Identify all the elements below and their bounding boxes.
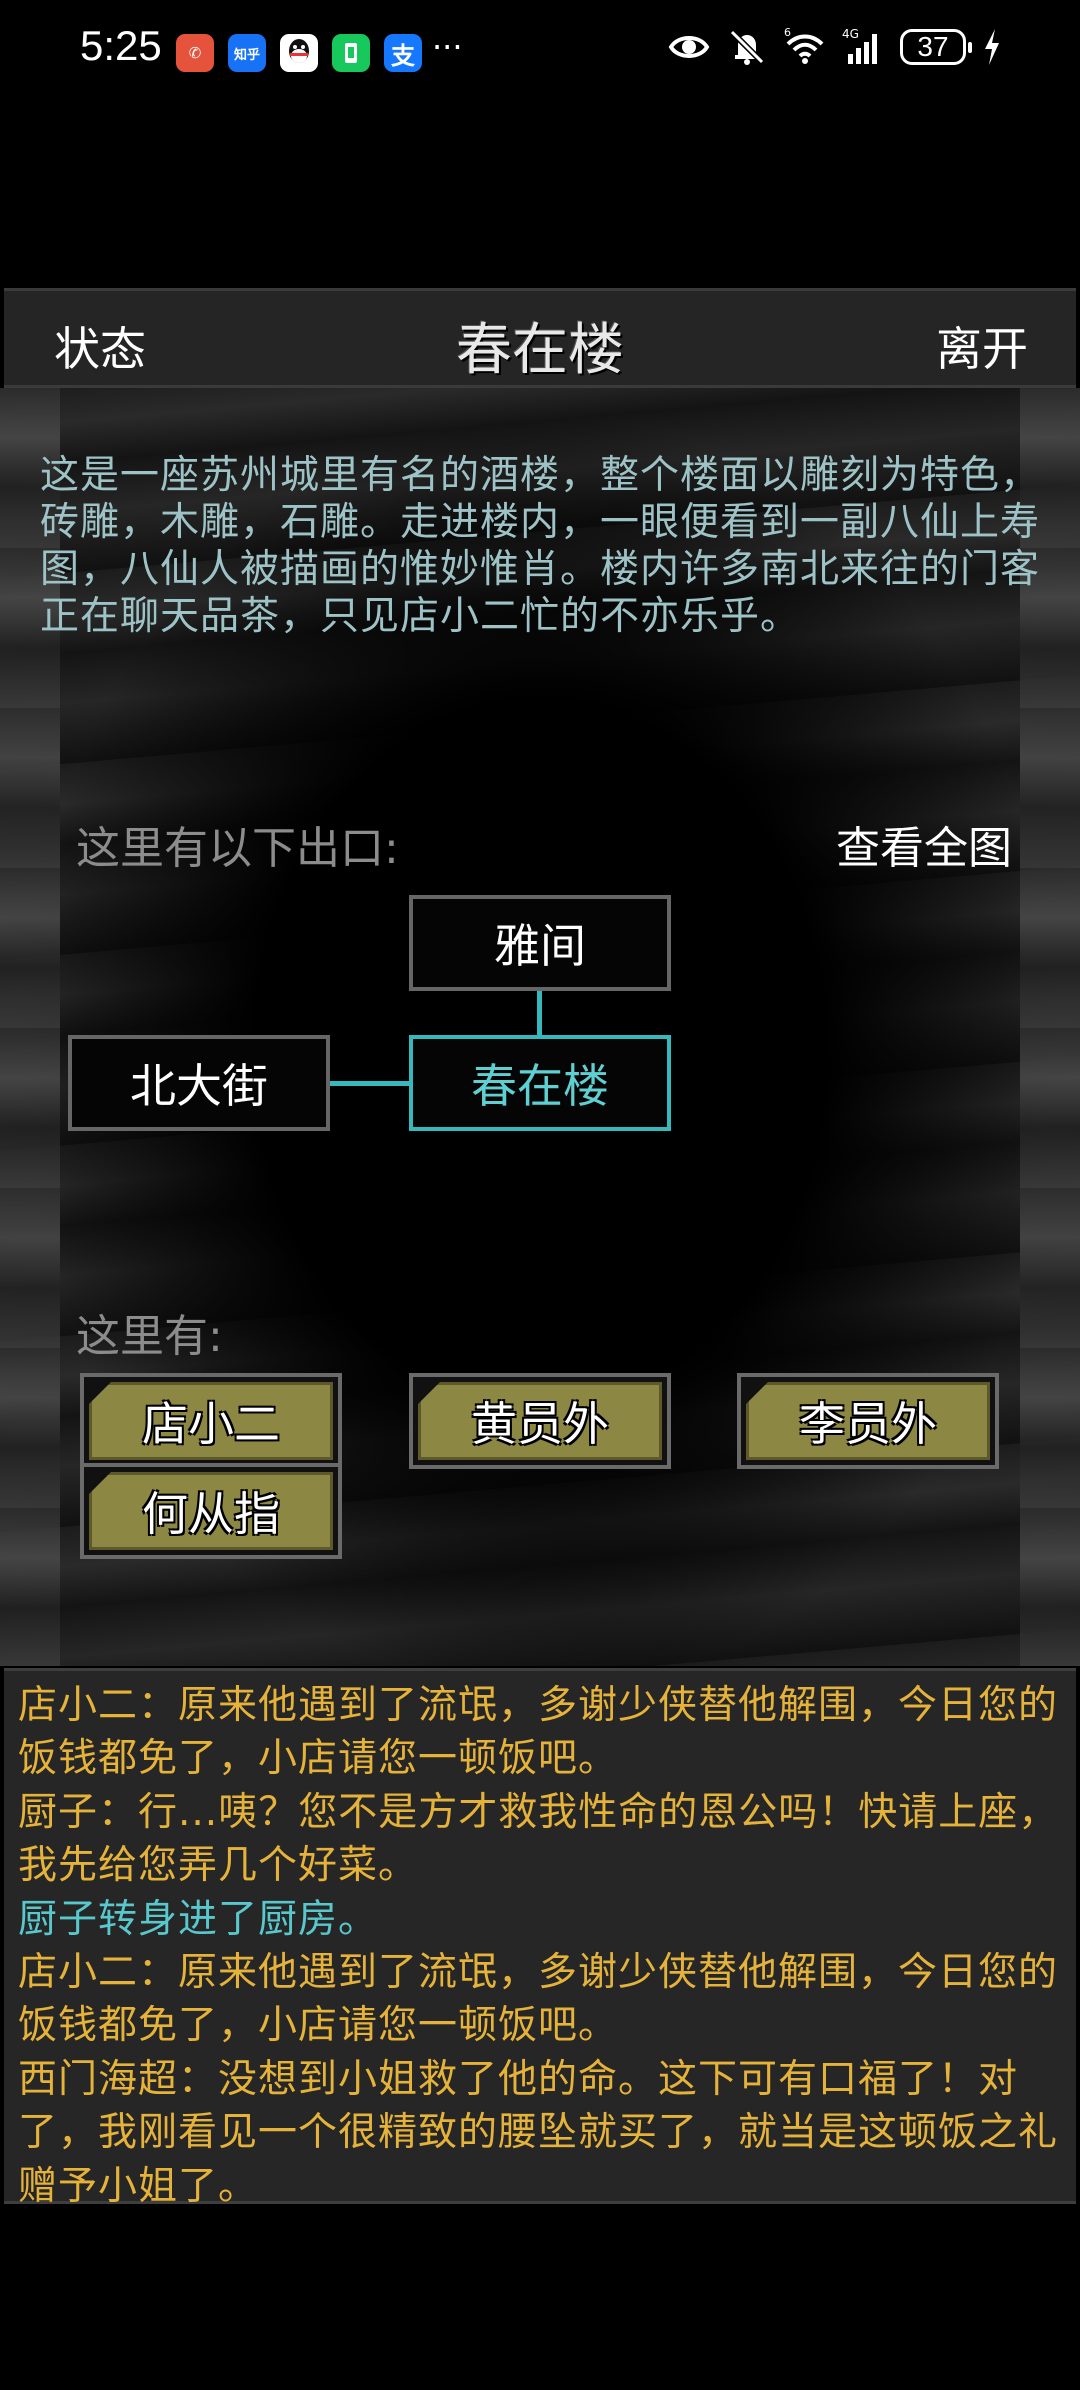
game-header: 状态 春在楼 离开	[4, 288, 1076, 388]
leave-button[interactable]: 离开	[936, 313, 1028, 379]
npcs-label: 这里有:	[76, 1311, 223, 1362]
wechat-pay-icon	[332, 34, 370, 72]
log-entry: 西门海超：没想到小姐救了他的命。这下可有口福了！对了，我刚看见一个很精致的腰坠就…	[18, 2056, 1059, 2209]
system-icons: 6 4G 37	[668, 26, 1002, 68]
view-map-button[interactable]: 查看全图	[836, 812, 1012, 876]
status-bar: 5:25 ✆ 知乎 支 ··· 6 4G 37	[0, 0, 1080, 105]
charging-icon	[985, 29, 999, 65]
svg-text:4G: 4G	[842, 27, 859, 41]
missed-call-icon: ✆	[176, 34, 214, 72]
svg-text:6: 6	[784, 26, 791, 39]
battery-level: 37	[917, 31, 949, 62]
npc-label: 李员外	[746, 1382, 990, 1460]
notification-icons: ✆ 知乎 支	[176, 34, 422, 72]
more-notifications-icon: ···	[432, 28, 463, 66]
npc-button-huangyuanwai[interactable]: 黄员外	[409, 1373, 671, 1469]
npc-button-dianxiaoer[interactable]: 店小二	[80, 1373, 342, 1469]
location-title: 春在楼	[456, 318, 624, 383]
status-time: 5:25	[80, 22, 162, 69]
npc-button-hecongzhi[interactable]: 何从指	[80, 1463, 342, 1559]
qq-icon	[280, 34, 318, 72]
log-entry: 店小二：原来他遇到了流氓，多谢少侠替他解围，今日您的饭钱都免了，小店请您一顿饭吧…	[18, 1683, 1059, 1782]
eye-icon	[668, 36, 710, 58]
exit-room-beidajie[interactable]: 北大街	[68, 1035, 330, 1131]
log-entry: 厨子：行...咦？您不是方才救我性命的恩公吗！快请上座，我先给您弄几个好菜。	[18, 1789, 1059, 1889]
exit-room-yajian[interactable]: 雅间	[409, 895, 671, 991]
cellular-signal-icon: 4G	[842, 27, 877, 64]
map-link-north	[537, 989, 542, 1035]
current-room: 春在楼	[409, 1035, 671, 1131]
zhihu-icon: 知乎	[228, 34, 266, 72]
npc-button-liyuanwai[interactable]: 李员外	[737, 1373, 999, 1469]
message-log[interactable]: 店小二：原来他遇到了流氓，多谢少侠替他解围，今日您的饭钱都免了，小店请您一顿饭吧…	[4, 1668, 1076, 2209]
npc-label: 黄员外	[418, 1382, 662, 1460]
location-description: 这是一座苏州城里有名的酒楼，整个楼面以雕刻为特色，砖雕，木雕，石雕。走进楼内，一…	[40, 453, 1041, 639]
npc-label: 何从指	[89, 1472, 333, 1550]
exits-label: 这里有以下出口:	[76, 823, 399, 874]
alipay-icon: 支	[384, 34, 422, 72]
battery-icon: 37	[900, 29, 972, 65]
log-entry: 厨子转身进了厨房。	[18, 1896, 379, 1942]
log-entry: 店小二：原来他遇到了流氓，多谢少侠替他解围，今日您的饭钱都免了，小店请您一顿饭吧…	[18, 1950, 1059, 2049]
map-link-west	[330, 1081, 410, 1086]
npc-label: 店小二	[89, 1382, 333, 1460]
wifi-icon: 6	[784, 26, 824, 64]
mute-bell-icon	[729, 29, 765, 65]
scene-panel: 这是一座苏州城里有名的酒楼，整个楼面以雕刻为特色，砖雕，木雕，石雕。走进楼内，一…	[0, 388, 1080, 1666]
